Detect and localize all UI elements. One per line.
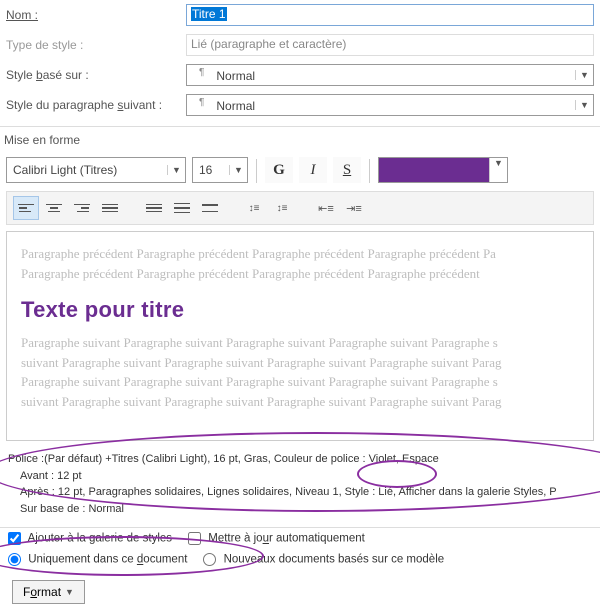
bold-button[interactable]: G — [265, 157, 293, 183]
font-size-combo[interactable]: 16 ▼ — [192, 157, 248, 183]
style-summary: Police :(Par défaut) +Titres (Calibri Li… — [0, 447, 600, 521]
chevron-down-icon: ▼ — [575, 100, 593, 110]
chevron-down-icon: ▼ — [229, 165, 247, 175]
align-justify-button[interactable] — [97, 196, 123, 220]
new-docs-radio[interactable]: Nouveaux documents basés sur ce modèle — [203, 553, 444, 566]
italic-button[interactable]: I — [299, 157, 327, 183]
name-input[interactable]: Titre 1 — [186, 4, 594, 26]
align-center-button[interactable] — [41, 196, 67, 220]
basedon-label: Style basé sur : — [6, 68, 186, 82]
sample-title: Texte pour titre — [21, 283, 579, 333]
basedon-combo[interactable]: ¶Normal ▼ — [186, 64, 594, 86]
format-button[interactable]: Format▼ — [12, 580, 85, 604]
following-combo[interactable]: ¶Normal ▼ — [186, 94, 594, 116]
add-gallery-checkbox[interactable]: Ajouter à la galerie de styles — [8, 532, 172, 545]
preview-pane: Paragraphe précédent Paragraphe précéden… — [6, 231, 594, 441]
section-formatting-label: Mise en forme — [0, 127, 600, 151]
only-doc-radio[interactable]: Uniquement dans ce document — [8, 553, 187, 566]
chevron-down-icon: ▼ — [489, 158, 507, 182]
linespace-1-button[interactable] — [141, 196, 167, 220]
linespace-1.5-button[interactable] — [169, 196, 195, 220]
styletype-label: Type de style : — [6, 38, 186, 52]
chevron-down-icon: ▼ — [167, 165, 185, 175]
following-label: Style du paragraphe suivant : — [6, 98, 186, 112]
styletype-value: Lié (paragraphe et caractère) — [186, 34, 594, 56]
chevron-down-icon: ▼ — [575, 70, 593, 80]
align-left-button[interactable] — [13, 196, 39, 220]
name-label: Nom : — [6, 8, 186, 22]
auto-update-checkbox[interactable]: Mettre à jour automatiquement — [188, 532, 365, 545]
chevron-down-icon: ▼ — [65, 587, 74, 597]
indent-dec-button[interactable]: ⇤≡ — [313, 196, 339, 220]
underline-button[interactable]: S — [333, 157, 361, 183]
align-right-button[interactable] — [69, 196, 95, 220]
linespace-2-button[interactable] — [197, 196, 223, 220]
indent-inc-button[interactable]: ⇥≡ — [341, 196, 367, 220]
font-name-combo[interactable]: Calibri Light (Titres) ▼ — [6, 157, 186, 183]
space-before-dec-button[interactable]: ↕≡ — [269, 196, 295, 220]
space-before-inc-button[interactable]: ↕≡ — [241, 196, 267, 220]
font-color-swatch[interactable]: ▼ — [378, 157, 508, 183]
